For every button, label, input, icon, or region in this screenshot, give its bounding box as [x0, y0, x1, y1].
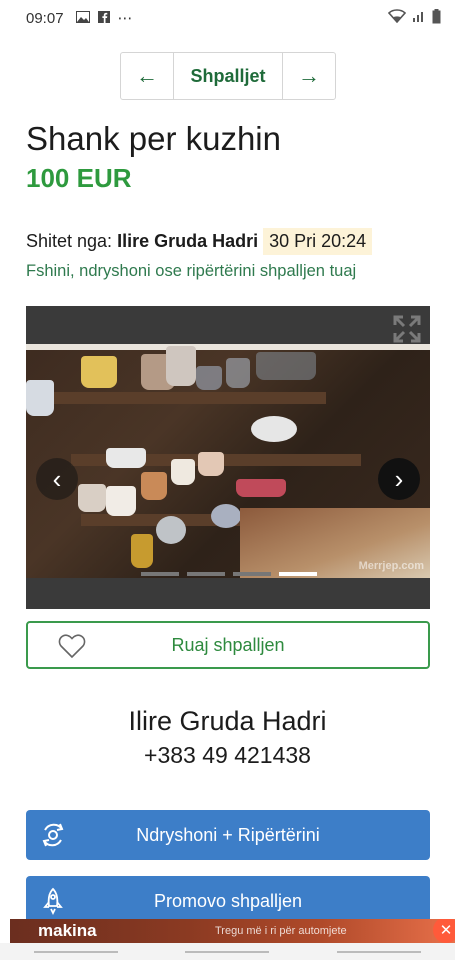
contact-phone[interactable]: +383 49 421438: [0, 742, 455, 769]
listing-date: 30 Pri 20:24: [263, 228, 373, 255]
save-listing-button[interactable]: Ruaj shpalljen: [26, 621, 430, 669]
bottle: [131, 534, 153, 568]
listings-button[interactable]: Shpalljet: [173, 53, 283, 99]
more-notifications-icon: ⋯: [117, 10, 133, 27]
cup: [141, 472, 167, 500]
gallery-next-button[interactable]: ›: [378, 458, 420, 500]
gallery-dot-active[interactable]: [279, 572, 317, 576]
edit-renew-label: Ndryshoni + Ripërtërini: [136, 824, 320, 845]
jar: [26, 380, 54, 416]
expand-icon[interactable]: [392, 314, 422, 344]
gallery-icon: [75, 10, 90, 27]
system-nav-bar: [0, 943, 455, 960]
cup: [198, 452, 224, 476]
cup: [171, 459, 195, 485]
rocket-icon: [38, 886, 68, 916]
ad-logo: makina: [38, 921, 97, 940]
refresh-icon: [38, 820, 68, 850]
arrow-left-icon: ←: [136, 63, 158, 88]
listing-price: 100 EUR: [26, 163, 132, 193]
edit-listing-link[interactable]: Fshini, ndryshoni ose ripërtërini shpall…: [26, 262, 356, 281]
next-listing-button[interactable]: →: [283, 53, 335, 99]
glass-bowl: [211, 504, 241, 528]
bowl: [251, 416, 297, 442]
seller-prefix: Shitet nga:: [26, 231, 113, 251]
save-listing-label: Ruaj shpalljen: [171, 634, 285, 655]
battery-icon: [432, 8, 441, 28]
back-button[interactable]: [337, 950, 422, 953]
photo-watermark: Merrjep.com: [358, 560, 424, 572]
glass: [196, 366, 222, 390]
contact-name: Ilire Gruda Hadri: [128, 706, 327, 736]
wifi-icon: [387, 9, 407, 27]
listing-title: Shank per kuzhin: [26, 120, 281, 157]
image-gallery[interactable]: Merrjep.com ‹ ›: [26, 306, 430, 609]
edit-renew-button[interactable]: Ndryshoni + Ripërtërini: [26, 810, 430, 860]
gallery-indicator: [141, 572, 317, 576]
shelf: [26, 392, 326, 404]
chevron-left-icon: ‹: [52, 463, 62, 494]
prev-listing-button[interactable]: ←: [121, 53, 173, 99]
ad-text: Tregu më i ri për automjete: [215, 925, 347, 937]
box: [236, 479, 286, 497]
heart-icon: [58, 633, 86, 659]
gallery-dot[interactable]: [187, 572, 225, 576]
box: [106, 448, 146, 468]
recent-apps-button[interactable]: [33, 950, 118, 953]
status-indicators: [387, 8, 441, 28]
cup: [78, 484, 106, 512]
listing-pager: ← Shpalljet →: [120, 52, 336, 100]
chevron-right-icon: ›: [394, 463, 404, 494]
seller-name[interactable]: Ilire Gruda Hadri: [117, 231, 258, 252]
facebook-icon: [97, 10, 110, 27]
listing-photo[interactable]: Merrjep.com: [26, 344, 430, 578]
status-bar: 09:07 ⋯: [0, 0, 455, 36]
close-ad-icon[interactable]: ✕: [433, 919, 455, 943]
cup: [166, 346, 196, 386]
cup: [81, 356, 117, 388]
home-button[interactable]: [185, 950, 270, 953]
promote-listing-label: Promovo shpalljen: [153, 890, 303, 911]
status-time: 09:07: [26, 9, 64, 27]
cabinet-edge: [26, 344, 430, 350]
ad-banner[interactable]: makina Tregu më i ri për automjete ✕: [10, 919, 455, 943]
gallery-dot[interactable]: [233, 572, 271, 576]
teapot: [156, 516, 186, 544]
gallery-dot[interactable]: [141, 572, 179, 576]
gallery-prev-button[interactable]: ‹: [36, 458, 78, 500]
seller-line: Shitet nga: Ilire Gruda Hadri 30 Pri 20:…: [26, 228, 373, 255]
arrow-right-icon: →: [298, 63, 320, 88]
signal-icon: [412, 9, 426, 27]
glass: [226, 358, 250, 388]
glasses: [256, 352, 316, 380]
cup: [106, 486, 136, 516]
